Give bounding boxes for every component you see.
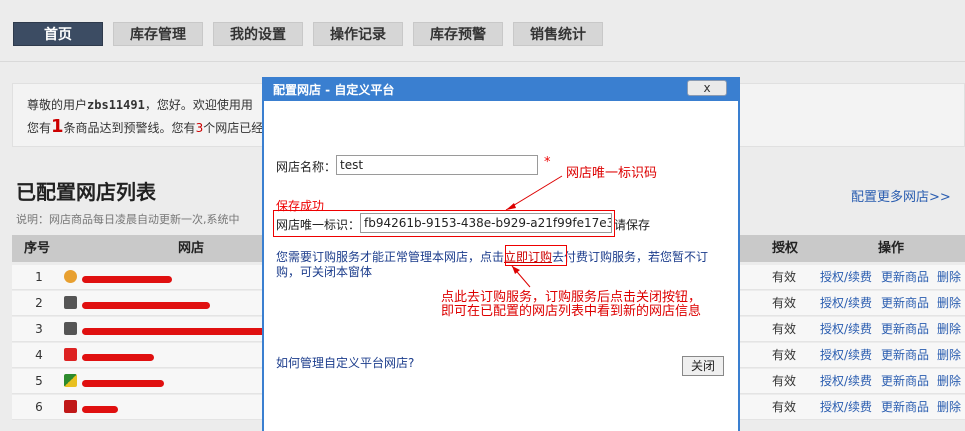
annotation-arrows bbox=[505, 175, 563, 288]
buy-annotation-line-2: 即可在已配置的网店列表中看到新的网店信息 bbox=[441, 304, 702, 319]
uid-annotation: 网店唯一标识码 bbox=[566, 166, 658, 181]
